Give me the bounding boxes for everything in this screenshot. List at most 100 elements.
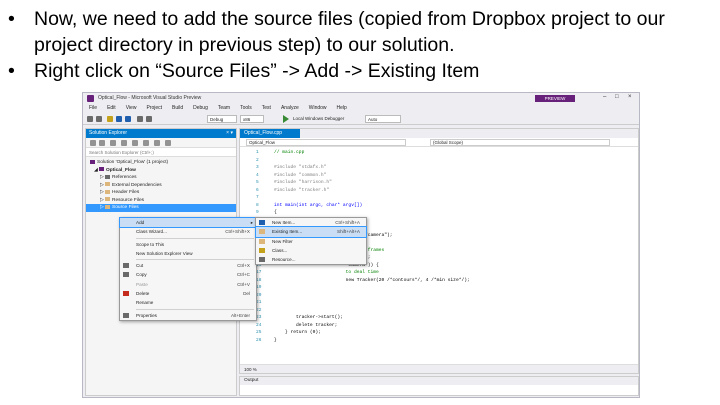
context-menu: Add ▸ Class Wizard... Ctrl+Shift+X Scope to …: [119, 216, 257, 321]
menu-item-rename[interactable]: Rename: [120, 298, 256, 307]
menu-edit[interactable]: Edit: [107, 104, 116, 113]
tree-item-external-dependencies[interactable]: ▷ External Dependencies: [86, 182, 236, 190]
menu-item-new-filter[interactable]: New Filter: [256, 237, 366, 246]
new-item-icon: [259, 220, 265, 225]
menu-item-copy[interactable]: Copy Ctrl+C: [120, 270, 256, 279]
menu-project[interactable]: Project: [146, 104, 162, 113]
tree-item-label: Optical_Flow: [106, 167, 136, 173]
menu-view[interactable]: View: [126, 104, 137, 113]
save-icon[interactable]: [116, 116, 122, 122]
properties-icon[interactable]: [165, 140, 171, 146]
menu-item-new-item[interactable]: New Item... Ctrl+Shift+A: [256, 218, 366, 227]
menu-item-properties[interactable]: Properties Alt+Enter: [120, 311, 256, 320]
maximize-icon[interactable]: □: [615, 94, 619, 100]
menu-tools[interactable]: Tools: [240, 104, 252, 113]
minimize-icon[interactable]: –: [603, 94, 606, 100]
menu-item-shortcut: Alt+Enter: [230, 312, 250, 318]
redo-icon[interactable]: [146, 116, 152, 122]
menu-item-label: Class...: [272, 247, 288, 253]
solution-tree: Solution 'Optical_Flow' (1 project) ◢ Op…: [86, 157, 236, 212]
menu-debug[interactable]: Debug: [193, 104, 208, 113]
menu-item-paste[interactable]: Paste Ctrl+V: [120, 280, 256, 289]
menu-item-delete[interactable]: Delete Del: [120, 289, 256, 298]
close-icon[interactable]: ×: [628, 94, 632, 100]
line-number: 25: [256, 330, 262, 335]
menu-item-label: Resource...: [272, 257, 296, 263]
config-select[interactable]: Debug: [207, 115, 237, 123]
menu-item-label: Add: [136, 220, 145, 225]
line-number: 3: [256, 165, 259, 170]
platform-select[interactable]: x86: [240, 115, 264, 123]
copy-icon: [123, 272, 129, 278]
menu-item-shortcut: Ctrl+V: [237, 281, 250, 287]
menu-item-shortcut: Ctrl+Shift+X: [225, 229, 250, 235]
line-number: 24: [256, 322, 262, 328]
menu-item-shortcut: Ctrl+X: [237, 263, 250, 269]
back-icon[interactable]: [87, 116, 93, 122]
menu-test[interactable]: Test: [262, 104, 271, 113]
properties-icon: [123, 312, 129, 318]
solution-explorer-header: Solution Explorer × ▾: [86, 129, 236, 138]
menu-item-new-solution-explorer-view[interactable]: New Solution Explorer View: [120, 249, 256, 258]
refresh-icon[interactable]: [132, 140, 138, 146]
collapse-all-icon[interactable]: [143, 140, 149, 146]
solution-search-input[interactable]: Search Solution Explorer (Ctrl+;): [86, 148, 236, 157]
menu-team[interactable]: Team: [218, 104, 230, 113]
auto-select[interactable]: Auto: [365, 115, 401, 123]
menu-help[interactable]: Help: [337, 104, 347, 113]
class-icon: [259, 247, 265, 253]
project-icon: [99, 167, 105, 172]
folder-icon: [105, 189, 111, 194]
references-icon: [105, 174, 111, 179]
scope-nav-dropdown[interactable]: (Global Scope): [430, 139, 610, 146]
line-number: 6: [256, 187, 259, 193]
bullet-text: Now, we need to add the source files (co…: [34, 8, 665, 56]
line-number: 9: [256, 210, 259, 215]
code-line: to deal time: [274, 270, 379, 275]
tree-item-resource-files[interactable]: ▷ Resource Files: [86, 197, 236, 205]
code-line: delete tracker;: [274, 322, 338, 328]
menu-file[interactable]: File: [89, 104, 97, 113]
menu-item-label: Class Wizard...: [136, 229, 167, 235]
window-title: Optical_Flow - Microsoft Visual Studio P…: [98, 95, 202, 101]
zoom-level[interactable]: 100 %: [240, 364, 638, 373]
menu-item-class-wizard[interactable]: Class Wizard... Ctrl+Shift+X: [120, 227, 256, 236]
tree-item-references[interactable]: ▷ References: [86, 174, 236, 182]
forward-icon[interactable]: [96, 116, 102, 122]
tree-item-solution[interactable]: Solution 'Optical_Flow' (1 project): [86, 159, 236, 167]
code-line: #include "harrison.h": [274, 180, 332, 185]
menu-item-scope-to-this[interactable]: Scope to This: [120, 240, 256, 249]
menu-window[interactable]: Window: [309, 104, 327, 113]
show-all-files-icon[interactable]: [154, 140, 160, 146]
menu-item-resource[interactable]: Resource...: [256, 255, 366, 264]
debugger-button[interactable]: Local Windows Debugger: [291, 115, 361, 123]
menu-item-existing-item[interactable]: Existing Item... Shift+Alt+A: [255, 226, 367, 238]
bullet-marker: •: [8, 60, 15, 82]
menu-item-cut[interactable]: Cut Ctrl+X: [120, 261, 256, 270]
menu-analyze[interactable]: Analyze: [281, 104, 299, 113]
forward-icon[interactable]: [99, 140, 105, 146]
tree-item-project[interactable]: ◢ Optical_Flow: [86, 167, 236, 175]
code-line: {: [274, 210, 277, 215]
line-number: 2: [256, 157, 259, 163]
sync-icon[interactable]: [121, 140, 127, 146]
output-panel: Output: [239, 376, 639, 396]
menu-item-shortcut: Del: [243, 291, 250, 297]
menu-item-class[interactable]: Class...: [256, 246, 366, 255]
tab-optical-flow-cpp[interactable]: Optical_Flow.cpp: [240, 129, 300, 138]
tree-item-header-files[interactable]: ▷ Header Files: [86, 189, 236, 197]
save-all-icon[interactable]: [125, 116, 131, 122]
menu-build[interactable]: Build: [172, 104, 183, 113]
tree-item-source-files[interactable]: ▷ Source Files: [86, 204, 236, 212]
undo-icon[interactable]: [137, 116, 143, 122]
solution-explorer-toolbar: [86, 138, 236, 148]
start-debug-icon[interactable]: [283, 115, 289, 123]
open-icon[interactable]: [107, 116, 113, 122]
code-line: #include "tracker.h": [274, 187, 330, 193]
menu-item-add[interactable]: Add ▸: [119, 216, 257, 229]
folder-icon: [105, 197, 111, 202]
close-panel-icon[interactable]: × ▾: [226, 129, 233, 138]
back-icon[interactable]: [90, 140, 96, 146]
home-icon[interactable]: [110, 140, 116, 146]
project-nav-dropdown[interactable]: Optical_Flow: [246, 139, 406, 146]
